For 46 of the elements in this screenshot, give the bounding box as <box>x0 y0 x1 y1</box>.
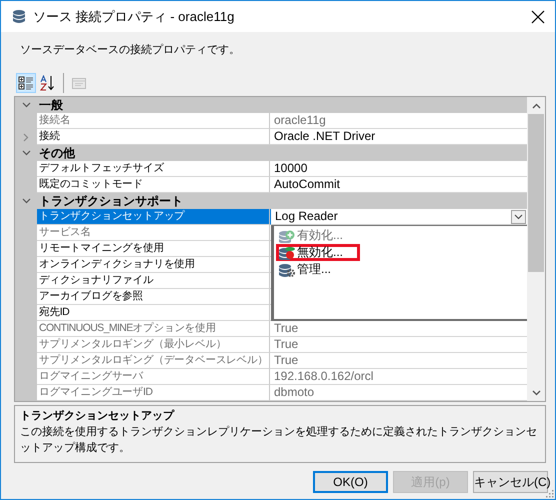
resize-grip-icon[interactable] <box>546 490 554 498</box>
chevron-down-icon[interactable] <box>22 149 30 157</box>
property-name[interactable]: デフォルトフェッチサイズ <box>37 161 270 177</box>
sort-az-icon <box>40 75 56 91</box>
category-label: トランザクションサポート <box>37 193 527 209</box>
scrollbar-thumb[interactable] <box>528 114 544 272</box>
category-label: その他 <box>37 145 527 161</box>
property-value: True <box>274 353 300 368</box>
property-name[interactable]: オンラインディクショナリを使用 <box>37 257 270 273</box>
window-title: ソース 接続プロパティ - oracle11g <box>33 8 236 26</box>
property-value: 192.168.0.162/orcl <box>274 369 374 384</box>
close-icon[interactable] <box>531 10 545 24</box>
categorized-list-icon <box>18 75 34 91</box>
dropdown-button[interactable] <box>511 210 526 224</box>
database-plus-icon <box>279 228 295 243</box>
property-name[interactable]: 宛先ID <box>37 305 270 321</box>
dropdown-item[interactable]: 管理... <box>276 261 338 278</box>
property-value: Log Reader <box>275 209 339 224</box>
property-name[interactable]: トランザクションセットアップ <box>37 209 270 225</box>
description-text: ソースデータベースの接続プロパティです。 <box>19 42 241 58</box>
property-name[interactable]: リモートマイニングを使用 <box>37 241 270 257</box>
property-name[interactable]: ディクショナリファイル <box>37 273 270 289</box>
help-text: この接続を使用するトランザクションレプリケーションを処理するために定義されたトランザクションセットアップ構成です。 <box>20 424 538 456</box>
chevron-up-icon <box>532 102 540 108</box>
database-minus-icon <box>279 245 295 260</box>
property-value: oracle11g <box>274 113 327 128</box>
dialog-button[interactable]: OK(O) <box>313 471 388 493</box>
chevron-down-icon[interactable] <box>22 101 30 109</box>
chevron-down-icon <box>514 214 523 220</box>
property-value: Oracle .NET Driver <box>274 129 376 144</box>
category-label: 一般 <box>37 97 527 113</box>
chevron-down-icon[interactable] <box>22 197 30 205</box>
property-value: True <box>274 321 300 336</box>
database-gear-icon <box>279 262 295 277</box>
chevron-down-icon <box>532 390 540 396</box>
property-value: AutoCommit <box>274 177 342 192</box>
categorized-view-button[interactable] <box>16 73 36 93</box>
property-value: True <box>274 337 300 352</box>
property-value: dbmoto <box>274 385 316 400</box>
database-icon <box>12 8 26 24</box>
property-name[interactable]: アーカイブログを参照 <box>37 289 270 305</box>
help-title: トランザクションセットアップ <box>20 408 176 424</box>
dialog-button[interactable]: キャンセル(C) <box>473 471 548 493</box>
dropdown-item[interactable]: 無効化... <box>276 244 360 261</box>
property-value: 10000 <box>274 161 308 176</box>
property-page-icon <box>71 75 87 91</box>
